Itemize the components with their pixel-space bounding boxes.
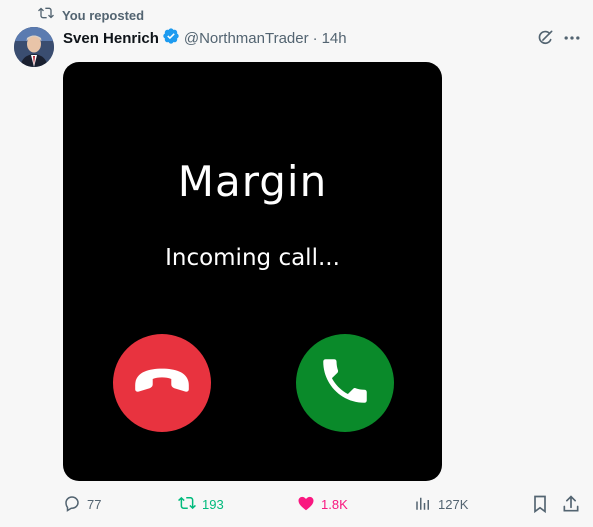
repost-action-icon — [178, 494, 196, 515]
author-handle[interactable]: @NorthmanTrader — [184, 30, 309, 47]
post-media-image[interactable]: Margin Incoming call... — [63, 62, 442, 481]
repost-header[interactable]: You reposted — [38, 6, 144, 24]
verified-badge-icon[interactable] — [159, 27, 184, 50]
decline-call-button — [113, 334, 211, 432]
media-subtitle: Incoming call... — [165, 245, 340, 271]
media-title: Margin — [177, 157, 328, 206]
repost-button[interactable]: 193 — [178, 494, 224, 514]
share-icon[interactable] — [561, 494, 581, 514]
reply-icon — [63, 494, 81, 515]
author-row: Sven Henrich @NorthmanTrader · 14h — [63, 27, 347, 50]
views-chart-icon — [414, 494, 432, 515]
views-count: 127K — [438, 496, 469, 512]
repost-icon — [38, 5, 54, 26]
views-button[interactable]: 127K — [414, 494, 468, 514]
like-button[interactable]: 1.8K — [297, 494, 348, 514]
hang-up-phone-icon — [129, 348, 195, 419]
post-timestamp[interactable]: 14h — [322, 30, 347, 47]
separator-dot: · — [312, 29, 318, 47]
repost-label: You reposted — [62, 7, 145, 23]
author-name[interactable]: Sven Henrich — [63, 30, 159, 47]
accept-call-button — [296, 334, 394, 432]
reply-button[interactable]: 77 — [63, 494, 101, 514]
grok-icon[interactable] — [535, 28, 555, 48]
repost-count: 193 — [202, 496, 224, 512]
like-count: 1.8K — [321, 496, 348, 512]
avatar[interactable] — [14, 27, 54, 67]
reply-count: 77 — [87, 496, 102, 512]
bookmark-icon[interactable] — [530, 494, 550, 514]
phone-icon — [316, 352, 374, 415]
more-options-icon[interactable] — [562, 28, 582, 48]
heart-icon — [297, 494, 315, 515]
